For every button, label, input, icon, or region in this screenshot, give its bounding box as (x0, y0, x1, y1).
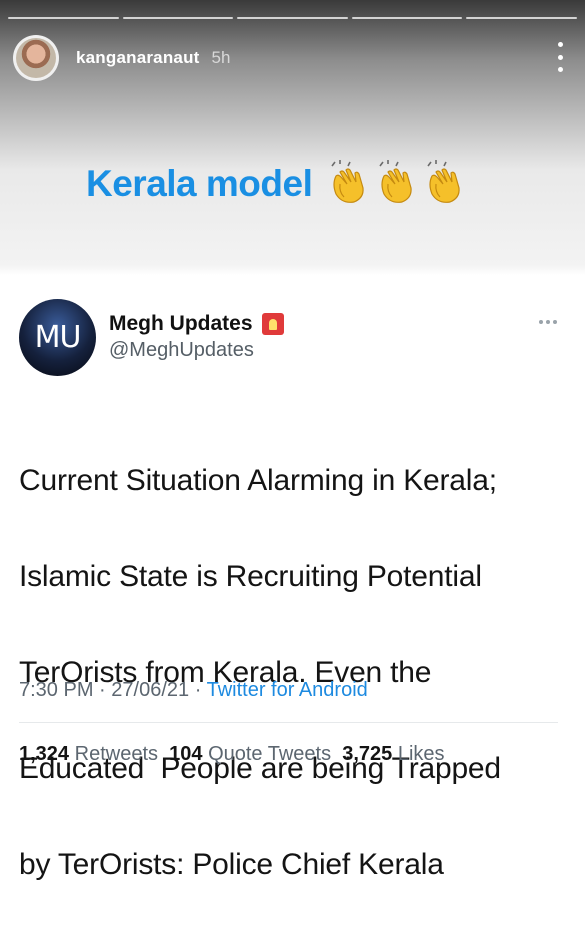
avatar-image (16, 38, 56, 78)
display-name-text: Megh Updates (109, 312, 253, 335)
clapping-hands-icon (331, 160, 365, 203)
tweet-text-line: Current Situation Alarming in Kerala; (19, 464, 497, 497)
story-header: kanganaranaut 5h (13, 35, 565, 81)
story-time: 5h (211, 48, 231, 67)
quotes-count: 104 (169, 743, 203, 765)
avatar-monogram: MU (34, 320, 82, 355)
progress-segment (237, 17, 348, 19)
likes-stat[interactable]: 3,725 Likes (342, 743, 444, 765)
meta-separator: · (194, 679, 202, 701)
tweet-author-name[interactable]: Megh Updates (109, 312, 284, 336)
profile-avatar[interactable] (13, 35, 59, 81)
divider (19, 722, 558, 723)
progress-segment (8, 17, 119, 19)
likes-count: 3,725 (342, 743, 393, 765)
tweet-author-handle[interactable]: @MeghUpdates (109, 339, 254, 362)
tweet-author-avatar[interactable]: MU (19, 299, 96, 376)
meta-separator: · (99, 679, 106, 701)
story-progress-bar (8, 17, 577, 20)
tweet-date: 27/06/21 (111, 679, 190, 701)
caption-text: Kerala model (86, 163, 313, 204)
retweets-stat[interactable]: 1,324 Retweets (19, 743, 158, 765)
tweet-text-line: by TerOrists: Police Chief Kerala (19, 848, 444, 881)
tweet-more-icon[interactable] (539, 320, 557, 324)
progress-segment (122, 17, 234, 19)
clap-emojis (326, 160, 464, 208)
quote-tweets-stat[interactable]: 104 Quote Tweets (169, 743, 331, 765)
tweet-text: Current Situation Alarming in Kerala; Is… (19, 409, 567, 937)
progress-segment (351, 17, 463, 19)
story-username[interactable]: kanganaranaut (76, 48, 200, 68)
clapping-hands-icon (427, 160, 461, 203)
clapping-hands-icon (379, 160, 413, 203)
likes-label: Likes (397, 743, 445, 765)
tweet-stats: 1,324 Retweets 104 Quote Tweets 3,725 Li… (19, 743, 445, 766)
tweet-text-line: Islamic State is Recruiting Potential (19, 560, 482, 593)
retweets-label: Retweets (74, 743, 158, 765)
quotes-label: Quote Tweets (208, 743, 332, 765)
progress-segment (466, 17, 577, 19)
tweet-time: 7:30 PM (19, 679, 94, 701)
tweet-meta: 7:30 PM · 27/06/21 · Twitter for Android (19, 679, 368, 702)
story-caption: Kerala model (86, 160, 464, 208)
more-options-icon[interactable] (555, 42, 565, 72)
tweet-source-link[interactable]: Twitter for Android (207, 679, 368, 701)
retweets-count: 1,324 (19, 743, 70, 765)
police-siren-icon (261, 313, 284, 335)
